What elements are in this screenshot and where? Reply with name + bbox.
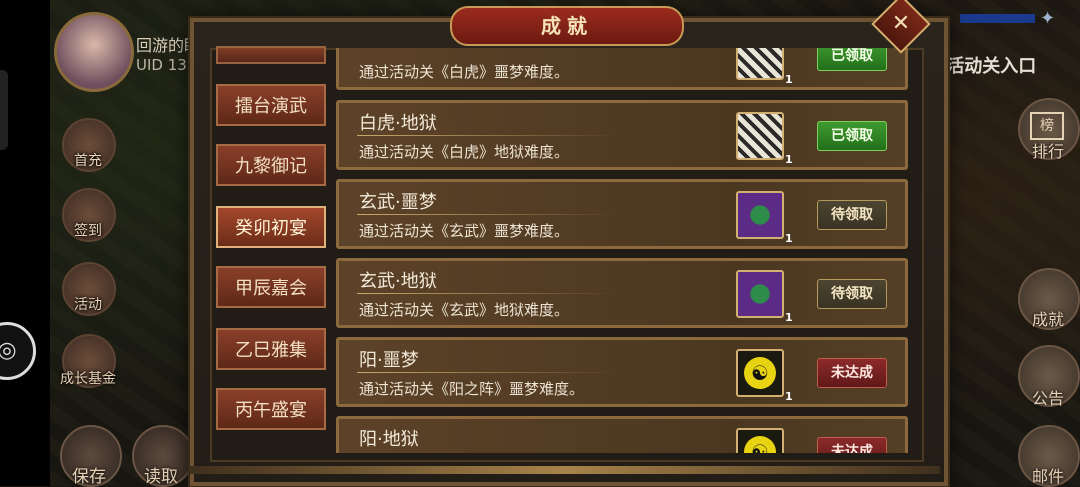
tab-leitai[interactable]: 擂台演武 [216,84,326,126]
reward-count: 1 [785,232,793,245]
panel-title: 成就 [450,6,684,46]
claim-button[interactable]: 待领取 [817,200,887,230]
tab-jiuli[interactable]: 九黎御记 [216,144,326,186]
list-item: 通过活动关《白虎》噩梦难度。 1 已领取 [336,48,908,90]
close-icon[interactable]: ✕ [880,3,922,45]
ranking-label: 排行 [1031,142,1064,161]
resource-bar [960,14,1035,23]
side-handle[interactable] [0,70,8,150]
status-badge: 已领取 [817,48,887,71]
tiger-icon[interactable] [736,48,784,80]
yin-yang-icon[interactable]: ☯ [736,428,784,453]
tab-partial-top[interactable] [216,46,326,64]
tab-bingwu[interactable]: 丙午盛宴 [216,388,326,430]
claim-button[interactable]: 待领取 [817,279,887,309]
row-divider [357,293,617,294]
achievement-desc: 通过活动关《白虎》噩梦难度。 [359,63,570,81]
player-avatar[interactable] [54,12,134,92]
yin-yang-disc: ☯ [744,436,776,453]
reward-count: 1 [785,390,793,403]
yin-yang-disc: ☯ [744,357,776,389]
achievement-desc: 通过活动关《白虎》地狱难度。 [359,143,570,161]
serpent-icon[interactable] [736,270,784,318]
achievement-desc: 通过活动关《阳之阵》噩梦难度。 [359,380,585,398]
achievement-title: 白虎·地狱 [359,113,437,134]
achievement-title: 阳·地狱 [359,429,419,450]
floating-assist-icon[interactable]: ◎ [0,322,36,380]
save-label: 保存 [72,467,106,487]
list-item: 玄武·地狱 通过活动关《玄武》地狱难度。 1 待领取 [336,258,908,328]
growth-fund-label: 成长基金 [60,371,116,387]
row-divider [357,372,617,373]
list-item: 玄武·噩梦 通过活动关《玄武》噩梦难度。 1 待领取 [336,179,908,249]
achievement-title: 阳·噩梦 [359,350,419,371]
notice-label: 公告 [1031,389,1064,408]
load-label: 读取 [144,467,178,487]
list-item: 白虎·地狱 通过活动关《白虎》地狱难度。 1 已领取 [336,100,908,170]
list-item: 阳·噩梦 通过活动关《阳之阵》噩梦难度。 ☯ 1 未达成 [336,337,908,407]
serpent-icon[interactable] [736,191,784,239]
status-badge: 未达成 [817,358,887,388]
list-item: 阳·地狱 ☯ 未达成 [336,416,908,453]
tiger-icon[interactable] [736,112,784,160]
tab-yisi[interactable]: 乙巳雅集 [216,328,326,370]
status-badge: 未达成 [817,437,887,453]
achievement-title: 玄武·地狱 [359,271,437,292]
achievement-title: 玄武·噩梦 [359,192,437,213]
events-label: 活动 [74,297,102,313]
row-divider [357,214,617,215]
reward-count: 1 [785,153,793,166]
status-badge: 已领取 [817,121,887,151]
mail-label: 邮件 [1031,467,1064,486]
achievement-desc: 通过活动关《玄武》地狱难度。 [359,301,570,319]
ranking-icon: 榜 [1030,112,1064,140]
achievement-label: 成就 [1031,310,1064,329]
wing-icon[interactable]: ✦ [1040,8,1055,29]
row-divider [357,135,617,136]
achievement-desc: 通过活动关《玄武》噩梦难度。 [359,222,570,240]
tab-guimao[interactable]: 癸卯初宴 [216,206,326,248]
first-recharge-label: 首充 [74,153,102,169]
reward-count: 1 [785,311,793,324]
phone-edge: ◎ [0,0,50,486]
sign-in-label: 签到 [74,223,102,239]
panel-bottom-rail [190,466,940,474]
achievement-list[interactable]: 通过活动关《白虎》噩梦难度。 1 已领取 白虎·地狱 通过活动关《白虎》地狱难度… [336,48,908,453]
reward-count: 1 [785,73,793,86]
yin-yang-icon[interactable]: ☯ [736,349,784,397]
tab-jiachen[interactable]: 甲辰嘉会 [216,266,326,308]
